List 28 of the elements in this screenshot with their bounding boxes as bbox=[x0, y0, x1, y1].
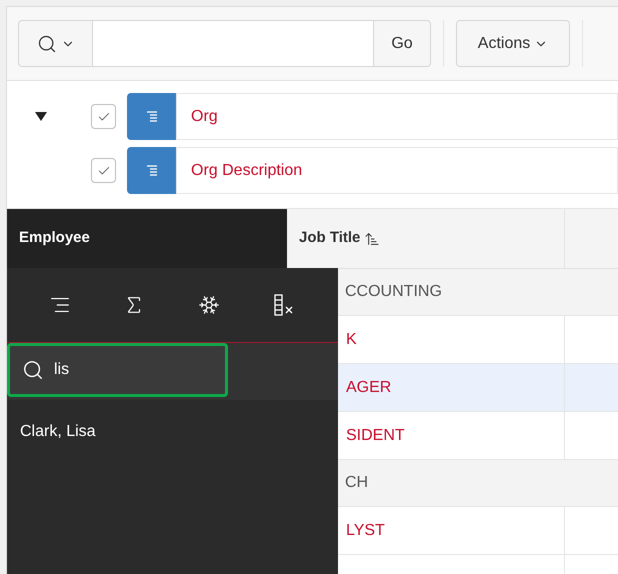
filter-input[interactable]: lis bbox=[54, 358, 194, 382]
group-header-label: CCOUNTING bbox=[345, 282, 442, 302]
column-header[interactable]: Job Title bbox=[287, 209, 565, 268]
search-field[interactable] bbox=[93, 20, 373, 67]
filter-field[interactable]: lis bbox=[7, 343, 228, 397]
sort-ascending-icon bbox=[364, 230, 380, 246]
checkbox[interactable] bbox=[91, 158, 116, 183]
control-break-label[interactable]: Org bbox=[191, 104, 218, 128]
lines-icon bbox=[146, 164, 158, 176]
search-icon bbox=[22, 359, 44, 381]
column-header-label: Employee bbox=[19, 228, 90, 248]
group-header-label: CH bbox=[345, 473, 368, 493]
lines-icon bbox=[146, 110, 158, 122]
table-cell-text: K bbox=[346, 330, 357, 350]
go-button[interactable]: Go bbox=[373, 20, 431, 67]
checkbox[interactable] bbox=[91, 104, 116, 129]
actions-button[interactable]: Actions bbox=[456, 20, 570, 67]
table-cell-text: LYST bbox=[346, 520, 385, 540]
column-header[interactable]: Employee bbox=[7, 209, 287, 268]
search-menu-button[interactable] bbox=[18, 20, 93, 67]
control-break-label[interactable]: Org Description bbox=[191, 158, 302, 182]
search-icon bbox=[36, 34, 56, 54]
column-header-label: Job Title bbox=[299, 228, 360, 248]
menu-result-item[interactable]: Clark, Lisa bbox=[7, 416, 109, 448]
table-cell-text: SIDENT bbox=[346, 426, 405, 446]
snowflake-icon[interactable] bbox=[198, 294, 220, 316]
table-cell-text: AGER bbox=[346, 378, 392, 398]
expand-triangle-icon[interactable] bbox=[35, 112, 47, 122]
